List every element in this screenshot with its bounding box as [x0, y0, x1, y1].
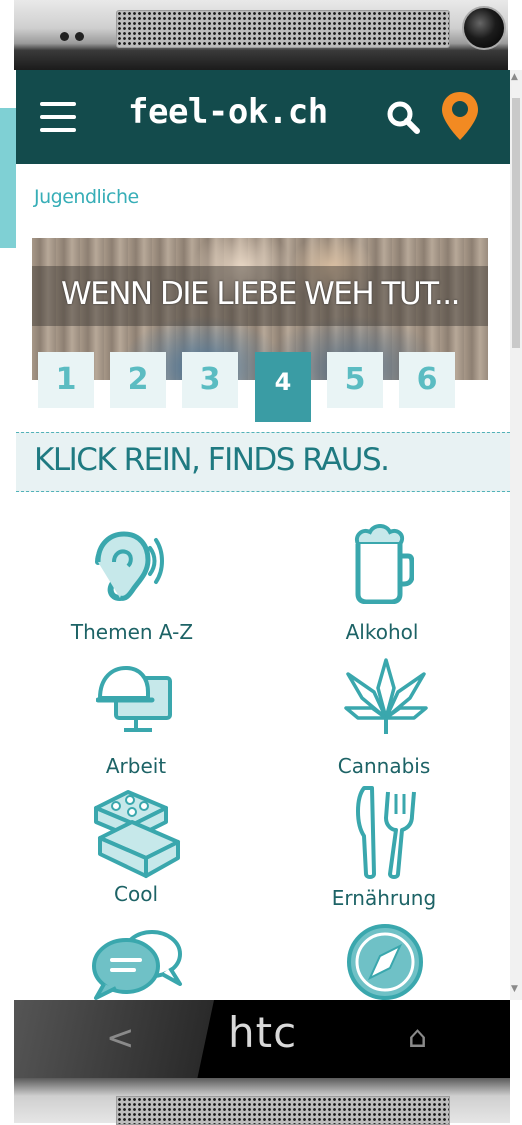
ear-icon[interactable]: [90, 526, 166, 606]
map-pin-icon[interactable]: [440, 90, 480, 142]
page-background-band: [0, 108, 16, 248]
tile-label-alkohol[interactable]: Alkohol: [272, 620, 492, 644]
beer-mug-icon[interactable]: [350, 522, 414, 604]
claim-section: KLICK REIN, FINDS RAUS.: [16, 432, 510, 492]
slide-page-1[interactable]: 1: [38, 352, 94, 408]
slide-page-6[interactable]: 6: [399, 352, 455, 408]
banner-title: WENN DIE LIEBE WEH TUT...: [61, 276, 460, 312]
brand-logo: htc: [228, 1008, 298, 1057]
bricks-icon[interactable]: [90, 786, 184, 882]
sensor-dots: [60, 26, 96, 41]
claim-text: KLICK REIN, FINDS RAUS.: [34, 442, 390, 478]
earpiece-speaker: [116, 10, 450, 48]
app-header: feel-ok.ch: [16, 70, 510, 164]
scrollbar-thumb[interactable]: [512, 98, 520, 348]
home-icon[interactable]: ⌂: [408, 1020, 427, 1055]
compass-icon[interactable]: [344, 922, 426, 1000]
hamburger-icon[interactable]: [40, 102, 76, 132]
slide-page-3[interactable]: 3: [182, 352, 238, 408]
site-logo[interactable]: feel-ok.ch: [128, 92, 328, 132]
knife-fork-icon[interactable]: [352, 784, 416, 880]
breadcrumb[interactable]: Jugendliche: [34, 186, 139, 208]
back-icon[interactable]: <: [106, 1018, 135, 1058]
computer-helmet-icon[interactable]: [96, 662, 174, 734]
tile-label-cannabis[interactable]: Cannabis: [274, 754, 494, 778]
scroll-up-arrow-icon[interactable]: ▲: [511, 72, 518, 82]
bottom-speaker: [116, 1096, 450, 1125]
slide-page-2[interactable]: 2: [110, 352, 166, 408]
chat-bubbles-icon[interactable]: [90, 928, 184, 1000]
system-nav-bar: < htc ⌂: [14, 1000, 510, 1078]
search-icon[interactable]: [386, 100, 422, 136]
tile-label-cool[interactable]: Cool: [26, 882, 246, 906]
cannabis-leaf-icon[interactable]: [344, 658, 428, 736]
tile-label-ernaehrung[interactable]: Ernährung: [274, 886, 494, 910]
phone-screen: feel-ok.ch Jugendliche WENN DIE LIEBE WE…: [16, 70, 510, 1000]
tile-label-arbeit[interactable]: Arbeit: [26, 754, 246, 778]
slide-page-5[interactable]: 5: [327, 352, 383, 408]
slide-page-4-active[interactable]: 4: [255, 352, 311, 422]
scroll-down-arrow-icon[interactable]: ▼: [511, 984, 518, 994]
tile-label-themen[interactable]: Themen A-Z: [22, 620, 242, 644]
front-camera: [462, 6, 506, 50]
